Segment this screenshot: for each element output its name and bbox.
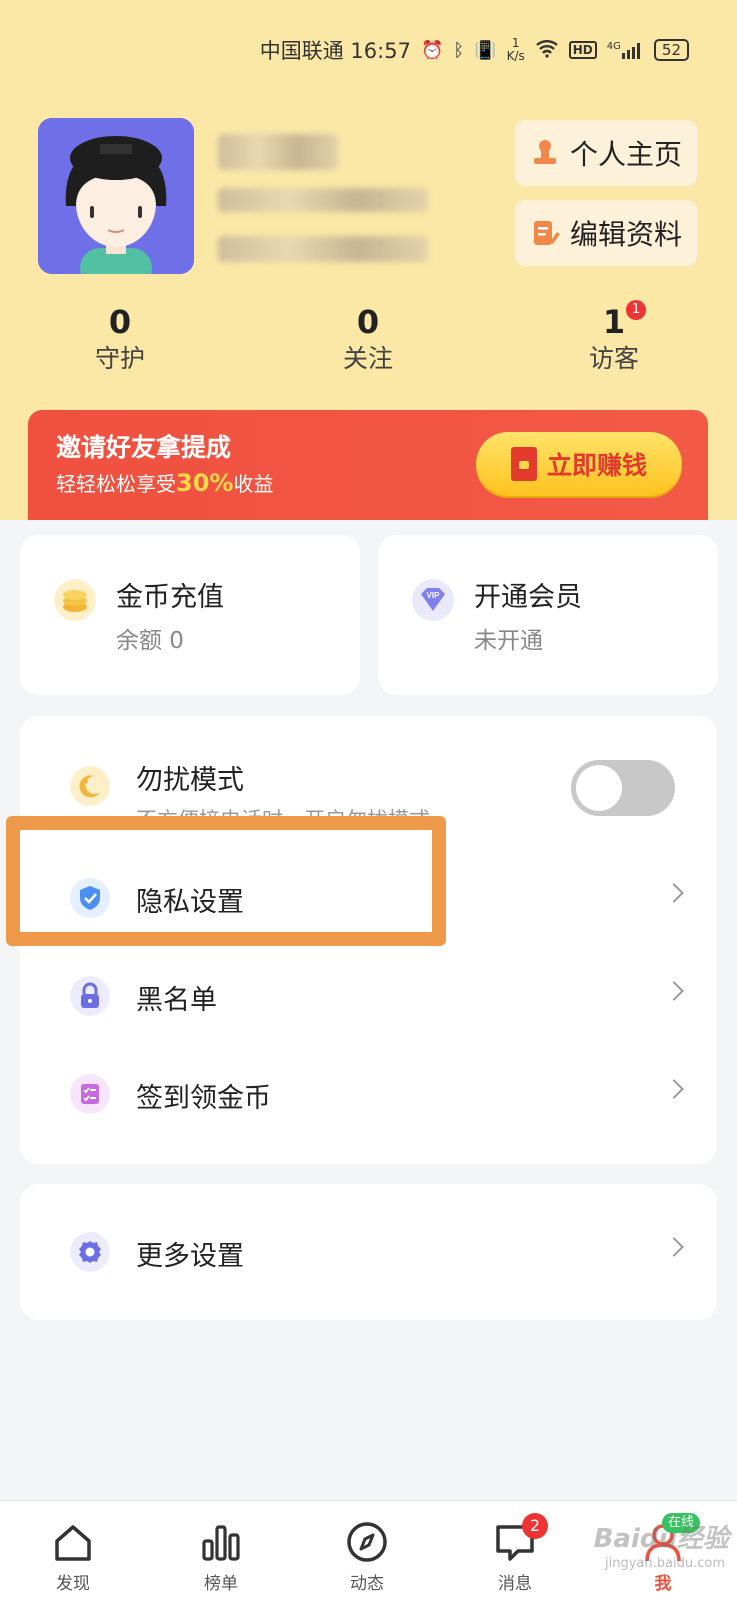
nav-label: 动态 xyxy=(350,1574,384,1594)
personal-page-button[interactable]: 个人主页 xyxy=(515,120,697,186)
moon-icon xyxy=(70,766,110,806)
stamp-icon xyxy=(533,140,556,164)
earn-now-label: 立即赚钱 xyxy=(546,451,647,480)
svg-text:VIP: VIP xyxy=(427,591,441,600)
edit-icon xyxy=(533,221,560,245)
bluetooth-icon: ᛒ xyxy=(453,39,465,61)
blacklist-label: 黑名单 xyxy=(136,985,217,1016)
dnd-mode-label: 勿扰模式 xyxy=(136,765,244,796)
battery-icon: 52 xyxy=(653,39,689,61)
watermark-url: jingyan.baidu.com xyxy=(605,1556,725,1571)
shield-icon xyxy=(70,878,110,918)
stat-visitors[interactable]: 1 访客 1 xyxy=(554,300,674,376)
vip-title: 开通会员 xyxy=(474,582,582,613)
checklist-icon xyxy=(70,1074,110,1114)
hd-icon: HD xyxy=(568,41,597,59)
invite-title: 邀请好友拿提成 xyxy=(56,433,232,462)
nav-label: 消息 xyxy=(498,1574,532,1594)
status-bar: 中国联通 16:57 ⏰ ᛒ 📳 1 K/s HD 4G 52 xyxy=(260,36,689,64)
nav-feed[interactable]: 动态 xyxy=(322,1519,412,1594)
stat-label: 访客 xyxy=(588,344,639,373)
nav-discover[interactable]: 发现 xyxy=(28,1519,118,1594)
lock-icon xyxy=(70,976,110,1016)
coin-recharge-title: 金币充值 xyxy=(116,582,224,613)
avatar[interactable] xyxy=(38,118,194,274)
nav-label: 榜单 xyxy=(204,1574,238,1594)
stats-row: 0 守护 0 关注 1 访客 1 xyxy=(0,300,737,382)
more-settings-row[interactable]: 更多设置 xyxy=(20,1204,717,1300)
privacy-settings-row[interactable]: 隐私设置 xyxy=(20,850,717,946)
coins-icon xyxy=(54,579,96,621)
red-envelope-icon xyxy=(510,447,537,481)
blacklist-row[interactable]: 黑名单 xyxy=(20,948,717,1044)
vip-card[interactable]: VIP 开通会员 未开通 xyxy=(378,535,718,695)
earn-now-button[interactable]: 立即赚钱 xyxy=(476,432,682,496)
chevron-right-icon xyxy=(664,1237,684,1257)
stat-value: 0 xyxy=(356,303,380,341)
signal-icon: 4G xyxy=(607,41,644,59)
more-settings-label: 更多设置 xyxy=(136,1241,244,1272)
chevron-right-icon xyxy=(664,1079,684,1099)
chevron-right-icon xyxy=(664,981,684,1001)
edit-profile-label: 编辑资料 xyxy=(569,218,682,251)
nav-messages[interactable]: 消息 2 xyxy=(470,1513,560,1594)
checkin-label: 签到领金币 xyxy=(136,1083,271,1114)
watermark-logo: Baidu经验 xyxy=(593,1524,729,1554)
alarm-icon: ⏰ xyxy=(420,39,444,61)
network-speed: 1 K/s xyxy=(506,36,525,63)
coin-balance: 余额 0 xyxy=(116,628,184,654)
checkin-row[interactable]: 签到领金币 xyxy=(20,1046,717,1142)
stat-following[interactable]: 0 关注 xyxy=(308,302,428,376)
visitor-badge: 1 xyxy=(626,300,646,320)
more-settings-card: 更多设置 xyxy=(20,1184,717,1320)
carrier-time: 中国联通 16:57 xyxy=(259,39,411,63)
gear-icon xyxy=(70,1232,110,1272)
settings-list: 勿扰模式 不方便接电话时，开启勿扰模式 隐私设置 黑名单 签到领金币 xyxy=(20,716,717,1164)
coin-recharge-card[interactable]: 金币充值 余额 0 xyxy=(20,535,360,695)
vip-status: 未开通 xyxy=(474,628,543,654)
stat-value: 1 xyxy=(602,303,626,341)
personal-page-label: 个人主页 xyxy=(569,138,682,171)
vibrate-icon: 📳 xyxy=(474,39,497,61)
privacy-settings-label: 隐私设置 xyxy=(136,887,244,918)
home-icon xyxy=(55,1525,91,1561)
nav-label: 发现 xyxy=(56,1574,90,1594)
invite-subtitle: 轻轻松松享受30%收益 xyxy=(56,469,274,497)
dnd-mode-description: 不方便接电话时，开启勿扰模式 xyxy=(136,808,430,832)
chevron-right-icon xyxy=(664,883,684,903)
stat-label: 守护 xyxy=(94,344,145,373)
dnd-mode-row: 勿扰模式 不方便接电话时，开启勿扰模式 xyxy=(20,730,717,840)
invite-percentage: 30% xyxy=(176,469,234,497)
vip-icon: VIP xyxy=(412,579,454,621)
invite-banner[interactable]: 邀请好友拿提成 轻轻松松享受30%收益 立即赚钱 xyxy=(28,410,708,520)
message-badge: 2 xyxy=(522,1513,548,1539)
ranking-icon xyxy=(202,1525,240,1561)
edit-profile-button[interactable]: 编辑资料 xyxy=(515,200,697,266)
nav-label: 我 xyxy=(654,1574,672,1594)
stat-value: 0 xyxy=(108,303,132,341)
wifi-icon xyxy=(535,38,559,63)
stat-guardians[interactable]: 0 守护 xyxy=(60,302,180,376)
stat-label: 关注 xyxy=(342,344,393,373)
profile-info-blurred xyxy=(218,128,438,278)
nav-ranking[interactable]: 榜单 xyxy=(176,1519,266,1594)
dnd-toggle[interactable] xyxy=(571,760,675,816)
compass-icon xyxy=(347,1522,387,1562)
